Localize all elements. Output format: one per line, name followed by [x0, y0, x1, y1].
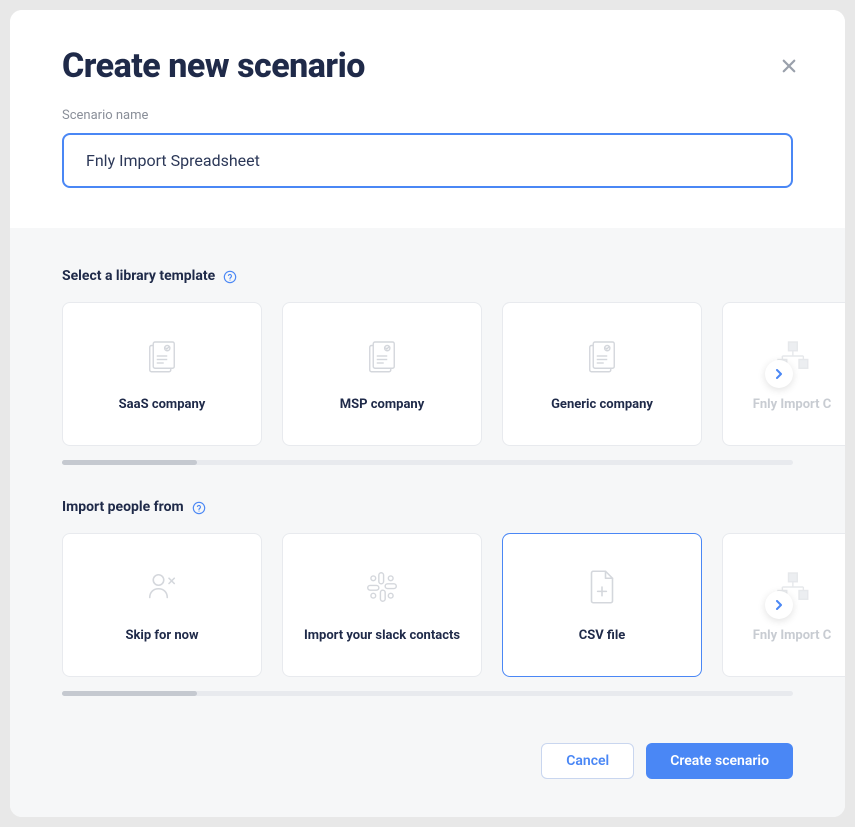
card-label: CSV file: [579, 627, 626, 645]
chevron-right-icon: [774, 600, 784, 610]
help-icon[interactable]: [192, 500, 206, 514]
templates-section-header: Select a library template: [10, 268, 845, 284]
templates-cards-row: SaaS company MSP company Generic company: [62, 302, 845, 446]
import-card-csv[interactable]: CSV file: [502, 533, 702, 677]
close-button[interactable]: [777, 54, 801, 78]
document-icon: [581, 334, 623, 378]
template-card-msp[interactable]: MSP company: [282, 302, 482, 446]
card-label: Fnly Import C: [753, 396, 832, 414]
import-card-skip[interactable]: Skip for now: [62, 533, 262, 677]
card-label: Import your slack contacts: [304, 627, 460, 645]
card-label: MSP company: [340, 396, 424, 414]
import-card-slack[interactable]: Import your slack contacts: [282, 533, 482, 677]
import-scroll-next[interactable]: [765, 591, 793, 619]
import-scrollbar[interactable]: [62, 691, 793, 696]
import-section: Import people from Skip for now: [10, 499, 845, 696]
create-scenario-modal: Create new scenario Scenario name Select…: [10, 10, 845, 817]
modal-header: Create new scenario Scenario name: [10, 10, 845, 228]
card-label: Skip for now: [125, 627, 198, 645]
card-label: SaaS company: [119, 396, 206, 414]
skip-user-icon: [141, 565, 183, 609]
templates-section: Select a library template SaaS company: [10, 268, 845, 465]
create-scenario-button[interactable]: Create scenario: [646, 743, 793, 779]
import-section-header: Import people from: [10, 499, 845, 515]
scenario-name-input[interactable]: [62, 133, 793, 188]
template-card-saas[interactable]: SaaS company: [62, 302, 262, 446]
document-icon: [361, 334, 403, 378]
document-icon: [141, 334, 183, 378]
import-section-title: Import people from: [62, 499, 184, 515]
templates-cards-wrap: SaaS company MSP company Generic company: [10, 302, 845, 446]
chevron-right-icon: [774, 369, 784, 379]
close-icon: [780, 57, 798, 75]
slack-icon: [363, 565, 401, 609]
card-label: Generic company: [551, 396, 653, 414]
modal-body: Select a library template SaaS company: [10, 228, 845, 727]
csv-file-icon: [583, 565, 621, 609]
templates-scroll-next[interactable]: [765, 360, 793, 388]
cancel-button[interactable]: Cancel: [541, 743, 634, 779]
templates-scrollbar[interactable]: [62, 460, 793, 465]
help-icon[interactable]: [223, 269, 237, 283]
scrollbar-thumb[interactable]: [62, 460, 197, 465]
modal-footer: Cancel Create scenario: [10, 727, 845, 817]
template-card-generic[interactable]: Generic company: [502, 302, 702, 446]
templates-section-title: Select a library template: [62, 268, 215, 284]
scenario-name-label: Scenario name: [62, 108, 793, 123]
modal-title: Create new scenario: [62, 46, 793, 86]
card-label: Fnly Import C: [753, 627, 832, 645]
scrollbar-thumb[interactable]: [62, 691, 197, 696]
import-cards-wrap: Skip for now Import your slack contacts …: [10, 533, 845, 677]
import-cards-row: Skip for now Import your slack contacts …: [62, 533, 845, 677]
